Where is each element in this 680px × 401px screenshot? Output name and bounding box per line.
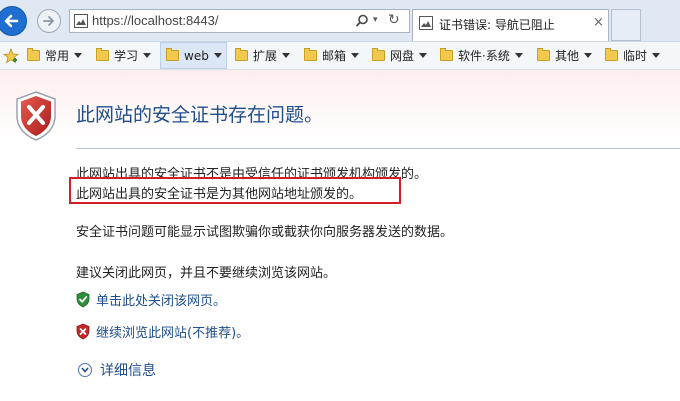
folder-icon — [440, 48, 453, 61]
favorites-folder-label: 其他 — [555, 49, 580, 63]
refresh-icon[interactable]: ↻ — [388, 12, 400, 28]
shield-error-icon — [16, 91, 56, 141]
shield-check-icon — [76, 291, 90, 308]
arrow-right-icon — [43, 16, 54, 26]
chevron-down-icon — [282, 53, 291, 58]
favorites-folder-software[interactable]: 软件·系统 — [440, 42, 523, 69]
more-info-label[interactable]: 详细信息 — [100, 360, 156, 380]
folder-icon — [96, 48, 109, 61]
arrow-left-icon — [4, 14, 19, 28]
folder-icon — [166, 48, 179, 61]
favorites-folder-label: 邮箱 — [322, 49, 347, 63]
favorites-folder-label: 常用 — [45, 49, 70, 63]
favorites-folder-youxiang[interactable]: 邮箱 — [304, 42, 360, 69]
address-url[interactable]: https://localhost:8443/ — [92, 13, 218, 28]
page-title: 此网站的安全证书存在问题。 — [76, 104, 324, 126]
forward-button[interactable] — [37, 9, 61, 33]
favorites-folder-label: 临时 — [623, 49, 648, 63]
back-button[interactable] — [0, 6, 27, 36]
chevron-down-icon — [143, 53, 152, 58]
chevron-down-icon — [419, 53, 428, 58]
recommendation-line: 建议关闭此网页，并且不要继续浏览该网站。 — [76, 266, 337, 281]
chevron-down-icon — [514, 53, 523, 58]
folder-icon — [537, 48, 550, 61]
tab-close-icon[interactable]: × — [593, 15, 604, 30]
close-page-link[interactable]: 单击此处关闭该网页。 — [76, 290, 226, 309]
folder-icon — [605, 48, 618, 61]
highlight-annotation-box — [69, 177, 401, 204]
address-dropdown-icon[interactable]: ▾ — [373, 15, 378, 25]
favorites-folder-qita[interactable]: 其他 — [537, 42, 593, 69]
tab-certificate-error[interactable]: 证书错误: 导航已阻止 × — [412, 9, 609, 42]
warning-line: 安全证书问题可能显示试图欺骗你或截获你向服务器发送的数据。 — [76, 225, 454, 240]
title-divider — [76, 148, 680, 149]
favorites-folder-linshi[interactable]: 临时 — [605, 42, 661, 69]
chevron-down-icon — [351, 53, 360, 58]
continue-site-link-label[interactable]: 继续浏览此网站(不推荐)。 — [96, 322, 249, 341]
favorites-folder-label: 扩展 — [253, 49, 278, 63]
folder-icon — [27, 48, 40, 61]
favorites-bar: 常用 学习 web 扩展 邮箱 网盘 软件·系统 其他 临时 — [0, 42, 680, 70]
folder-icon — [304, 48, 317, 61]
chevron-down-icon — [652, 53, 661, 58]
page-favicon-icon — [74, 14, 88, 28]
address-bar[interactable]: https://localhost:8443/ ▾ ↻ — [69, 9, 410, 33]
favorites-folder-xuexi[interactable]: 学习 — [96, 42, 152, 69]
favorites-folder-kuozhan[interactable]: 扩展 — [235, 42, 291, 69]
folder-icon — [372, 48, 385, 61]
browser-navbar: https://localhost:8443/ ▾ ↻ 证书错误: 导航已阻止 … — [0, 0, 680, 42]
folder-icon — [235, 48, 248, 61]
favorites-folder-label: 学习 — [114, 49, 139, 63]
tab-title: 证书错误: 导航已阻止 — [439, 18, 555, 32]
favorites-folder-changyong[interactable]: 常用 — [27, 42, 83, 69]
continue-site-link[interactable]: 继续浏览此网站(不推荐)。 — [76, 322, 249, 341]
favorites-star-icon[interactable] — [3, 48, 19, 64]
search-icon[interactable] — [355, 14, 369, 28]
favorites-folder-label: 网盘 — [390, 49, 415, 63]
favorites-folder-label: web — [184, 48, 209, 63]
favorites-folder-wangpan[interactable]: 网盘 — [372, 42, 428, 69]
favorites-folder-label: 软件·系统 — [458, 49, 510, 63]
chevron-down-icon — [584, 53, 593, 58]
chevron-down-icon — [213, 53, 222, 58]
tab-favicon-icon — [419, 16, 433, 30]
close-page-link-label[interactable]: 单击此处关闭该网页。 — [96, 290, 226, 309]
chevron-down-icon — [74, 53, 83, 58]
expand-chevron-icon — [78, 363, 92, 377]
shield-x-icon — [76, 323, 90, 340]
favorites-folder-web[interactable]: web — [160, 42, 227, 69]
new-tab-button[interactable] — [611, 9, 641, 41]
more-info-toggle[interactable]: 详细信息 — [78, 360, 156, 380]
